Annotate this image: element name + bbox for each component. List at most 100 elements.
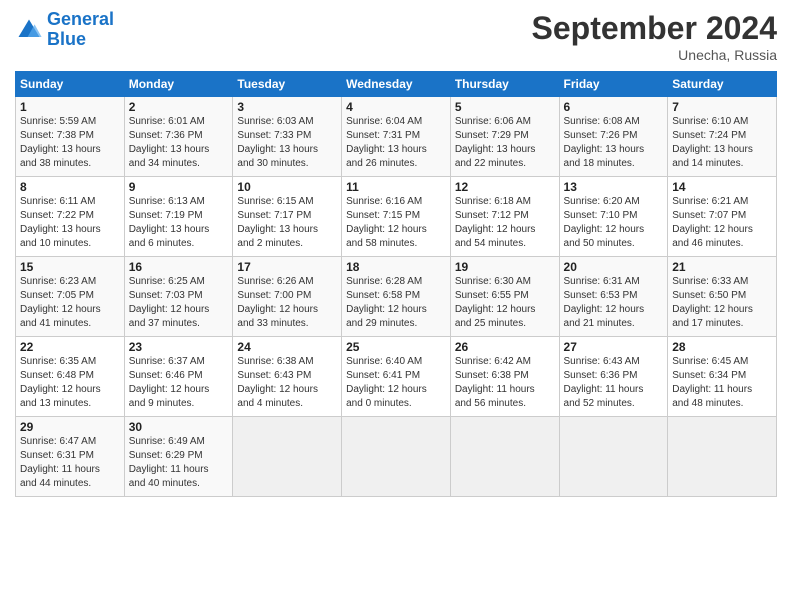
table-cell: 10Sunrise: 6:15 AMSunset: 7:17 PMDayligh… (233, 177, 342, 257)
table-cell: 8Sunrise: 6:11 AMSunset: 7:22 PMDaylight… (16, 177, 125, 257)
cell-info-text: Sunrise: 6:01 AMSunset: 7:36 PMDaylight:… (129, 115, 229, 171)
cell-info-text: Sunrise: 6:21 AMSunset: 7:07 PMDaylight:… (672, 195, 772, 251)
cell-info-text: Sunrise: 6:20 AMSunset: 7:10 PMDaylight:… (564, 195, 664, 251)
table-cell: 28Sunrise: 6:45 AMSunset: 6:34 PMDayligh… (668, 337, 777, 417)
cell-info-text: Sunrise: 6:28 AMSunset: 6:58 PMDaylight:… (346, 275, 446, 331)
cell-info-text: Sunrise: 6:40 AMSunset: 6:41 PMDaylight:… (346, 355, 446, 411)
table-cell: 12Sunrise: 6:18 AMSunset: 7:12 PMDayligh… (450, 177, 559, 257)
cell-day-number: 9 (129, 180, 229, 194)
location-subtitle: Unecha, Russia (532, 47, 777, 63)
table-cell: 5Sunrise: 6:06 AMSunset: 7:29 PMDaylight… (450, 97, 559, 177)
logo-text: General Blue (47, 10, 114, 50)
cell-info-text: Sunrise: 6:49 AMSunset: 6:29 PMDaylight:… (129, 435, 229, 491)
table-cell: 2Sunrise: 6:01 AMSunset: 7:36 PMDaylight… (124, 97, 233, 177)
table-cell: 21Sunrise: 6:33 AMSunset: 6:50 PMDayligh… (668, 257, 777, 337)
cell-day-number: 4 (346, 100, 446, 114)
cell-info-text: Sunrise: 6:33 AMSunset: 6:50 PMDaylight:… (672, 275, 772, 331)
logo: General Blue (15, 10, 114, 50)
cell-info-text: Sunrise: 5:59 AMSunset: 7:38 PMDaylight:… (20, 115, 120, 171)
cell-info-text: Sunrise: 6:42 AMSunset: 6:38 PMDaylight:… (455, 355, 555, 411)
table-cell: 25Sunrise: 6:40 AMSunset: 6:41 PMDayligh… (342, 337, 451, 417)
cell-day-number: 8 (20, 180, 120, 194)
table-cell: 4Sunrise: 6:04 AMSunset: 7:31 PMDaylight… (342, 97, 451, 177)
table-cell (559, 417, 668, 497)
cell-info-text: Sunrise: 6:10 AMSunset: 7:24 PMDaylight:… (672, 115, 772, 171)
cell-day-number: 30 (129, 420, 229, 434)
table-cell: 18Sunrise: 6:28 AMSunset: 6:58 PMDayligh… (342, 257, 451, 337)
cell-day-number: 19 (455, 260, 555, 274)
table-row: 22Sunrise: 6:35 AMSunset: 6:48 PMDayligh… (16, 337, 777, 417)
cell-info-text: Sunrise: 6:13 AMSunset: 7:19 PMDaylight:… (129, 195, 229, 251)
title-block: September 2024 Unecha, Russia (532, 10, 777, 63)
col-saturday: Saturday (668, 72, 777, 97)
cell-day-number: 21 (672, 260, 772, 274)
cell-day-number: 29 (20, 420, 120, 434)
cell-day-number: 26 (455, 340, 555, 354)
table-cell: 20Sunrise: 6:31 AMSunset: 6:53 PMDayligh… (559, 257, 668, 337)
table-cell: 19Sunrise: 6:30 AMSunset: 6:55 PMDayligh… (450, 257, 559, 337)
cell-info-text: Sunrise: 6:47 AMSunset: 6:31 PMDaylight:… (20, 435, 120, 491)
table-cell: 3Sunrise: 6:03 AMSunset: 7:33 PMDaylight… (233, 97, 342, 177)
cell-day-number: 12 (455, 180, 555, 194)
col-tuesday: Tuesday (233, 72, 342, 97)
table-cell (450, 417, 559, 497)
table-cell (668, 417, 777, 497)
cell-info-text: Sunrise: 6:18 AMSunset: 7:12 PMDaylight:… (455, 195, 555, 251)
cell-day-number: 6 (564, 100, 664, 114)
cell-info-text: Sunrise: 6:37 AMSunset: 6:46 PMDaylight:… (129, 355, 229, 411)
cell-day-number: 27 (564, 340, 664, 354)
cell-day-number: 2 (129, 100, 229, 114)
table-row: 29Sunrise: 6:47 AMSunset: 6:31 PMDayligh… (16, 417, 777, 497)
table-row: 15Sunrise: 6:23 AMSunset: 7:05 PMDayligh… (16, 257, 777, 337)
table-cell: 6Sunrise: 6:08 AMSunset: 7:26 PMDaylight… (559, 97, 668, 177)
logo-icon (15, 16, 43, 44)
table-cell: 24Sunrise: 6:38 AMSunset: 6:43 PMDayligh… (233, 337, 342, 417)
cell-day-number: 18 (346, 260, 446, 274)
month-title: September 2024 (532, 10, 777, 47)
table-cell: 9Sunrise: 6:13 AMSunset: 7:19 PMDaylight… (124, 177, 233, 257)
table-cell: 17Sunrise: 6:26 AMSunset: 7:00 PMDayligh… (233, 257, 342, 337)
table-cell: 30Sunrise: 6:49 AMSunset: 6:29 PMDayligh… (124, 417, 233, 497)
cell-info-text: Sunrise: 6:11 AMSunset: 7:22 PMDaylight:… (20, 195, 120, 251)
cell-day-number: 24 (237, 340, 337, 354)
table-cell: 23Sunrise: 6:37 AMSunset: 6:46 PMDayligh… (124, 337, 233, 417)
cell-info-text: Sunrise: 6:43 AMSunset: 6:36 PMDaylight:… (564, 355, 664, 411)
cell-info-text: Sunrise: 6:25 AMSunset: 7:03 PMDaylight:… (129, 275, 229, 331)
table-cell: 22Sunrise: 6:35 AMSunset: 6:48 PMDayligh… (16, 337, 125, 417)
cell-info-text: Sunrise: 6:06 AMSunset: 7:29 PMDaylight:… (455, 115, 555, 171)
cell-day-number: 14 (672, 180, 772, 194)
cell-day-number: 11 (346, 180, 446, 194)
cell-day-number: 13 (564, 180, 664, 194)
table-cell: 7Sunrise: 6:10 AMSunset: 7:24 PMDaylight… (668, 97, 777, 177)
cell-info-text: Sunrise: 6:30 AMSunset: 6:55 PMDaylight:… (455, 275, 555, 331)
cell-info-text: Sunrise: 6:35 AMSunset: 6:48 PMDaylight:… (20, 355, 120, 411)
col-sunday: Sunday (16, 72, 125, 97)
cell-info-text: Sunrise: 6:38 AMSunset: 6:43 PMDaylight:… (237, 355, 337, 411)
table-cell: 13Sunrise: 6:20 AMSunset: 7:10 PMDayligh… (559, 177, 668, 257)
table-row: 1Sunrise: 5:59 AMSunset: 7:38 PMDaylight… (16, 97, 777, 177)
table-row: 8Sunrise: 6:11 AMSunset: 7:22 PMDaylight… (16, 177, 777, 257)
table-cell: 15Sunrise: 6:23 AMSunset: 7:05 PMDayligh… (16, 257, 125, 337)
cell-day-number: 17 (237, 260, 337, 274)
cell-day-number: 3 (237, 100, 337, 114)
table-cell: 27Sunrise: 6:43 AMSunset: 6:36 PMDayligh… (559, 337, 668, 417)
table-cell: 14Sunrise: 6:21 AMSunset: 7:07 PMDayligh… (668, 177, 777, 257)
cell-day-number: 1 (20, 100, 120, 114)
col-thursday: Thursday (450, 72, 559, 97)
cell-day-number: 16 (129, 260, 229, 274)
page-header: General Blue September 2024 Unecha, Russ… (15, 10, 777, 63)
table-cell: 1Sunrise: 5:59 AMSunset: 7:38 PMDaylight… (16, 97, 125, 177)
table-cell: 29Sunrise: 6:47 AMSunset: 6:31 PMDayligh… (16, 417, 125, 497)
cell-day-number: 5 (455, 100, 555, 114)
cell-day-number: 28 (672, 340, 772, 354)
cell-info-text: Sunrise: 6:15 AMSunset: 7:17 PMDaylight:… (237, 195, 337, 251)
table-cell: 16Sunrise: 6:25 AMSunset: 7:03 PMDayligh… (124, 257, 233, 337)
cell-day-number: 10 (237, 180, 337, 194)
cell-info-text: Sunrise: 6:03 AMSunset: 7:33 PMDaylight:… (237, 115, 337, 171)
table-cell (342, 417, 451, 497)
cell-day-number: 20 (564, 260, 664, 274)
cell-info-text: Sunrise: 6:23 AMSunset: 7:05 PMDaylight:… (20, 275, 120, 331)
cell-day-number: 22 (20, 340, 120, 354)
cell-info-text: Sunrise: 6:16 AMSunset: 7:15 PMDaylight:… (346, 195, 446, 251)
cell-info-text: Sunrise: 6:45 AMSunset: 6:34 PMDaylight:… (672, 355, 772, 411)
